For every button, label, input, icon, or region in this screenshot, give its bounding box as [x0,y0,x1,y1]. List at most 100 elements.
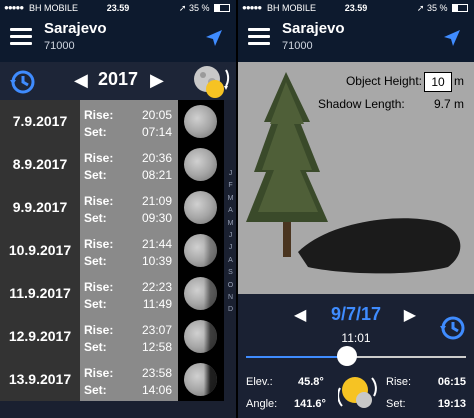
month-index-item[interactable]: J [225,170,236,182]
battery-percent: 35 % [426,3,448,13]
battery-icon [452,4,468,12]
moon-phase-icon [184,191,217,224]
moon-phase-cell [178,358,224,401]
moon-sun-toggle-icon[interactable] [190,64,230,100]
month-index-item[interactable]: D [225,306,236,318]
next-day-button[interactable]: ▶ [404,305,416,325]
set-time: 08:21 [141,168,172,182]
set-label: Set: [84,340,107,354]
row-date: 11.9.2017 [0,272,80,315]
set-label: Set: [84,254,107,268]
list-item[interactable]: 9.9.2017 Rise: Set: 21:09 09:30 [0,186,224,229]
moon-phase-cell [178,100,224,143]
angle-value: 141.6° [294,398,326,410]
rise-set-cell: Rise: Set: 23:58 14:06 [80,358,178,401]
sunrise-value: 06:15 [437,376,466,388]
shadow-calculator-screen: ●●●●● BH MOBILE 23.59 ➚ 35 % Sarajevo 71… [238,0,474,418]
rise-set-cell: Rise: Set: 20:05 07:14 [80,100,178,143]
rise-label: Rise: [84,366,114,380]
moon-calendar-screen: ●●●●● BH MOBILE 23.59 ➚ 35 % Sarajevo 71… [0,0,236,418]
month-index[interactable]: J F M A M J J A S O N D [225,170,236,319]
set-label: Set: [84,211,107,225]
row-date: 12.9.2017 [0,315,80,358]
year-label: 2017 [97,69,139,89]
list-item[interactable]: 13.9.2017 Rise: Set: 23:58 14:06 [0,358,224,401]
month-index-item[interactable]: S [225,269,236,281]
list-item[interactable]: 7.9.2017 Rise: Set: 20:05 07:14 [0,100,224,143]
set-label: Set: [84,297,107,311]
sunset-label: Set: [386,398,406,410]
angle-label: Angle: [246,398,278,410]
set-time: 10:39 [141,254,172,268]
rise-set-cell: Rise: Set: 21:09 09:30 [80,186,178,229]
rise-label: Rise: [84,194,114,208]
rise-time: 21:09 [141,194,172,208]
previous-year-button[interactable]: ◀ [74,70,88,91]
moon-phase-cell [178,143,224,186]
list-item[interactable]: 10.9.2017 Rise: Set: 21:44 10:39 [0,229,224,272]
rise-label: Rise: [84,151,114,165]
zip-code: 71000 [44,40,75,52]
location-icon[interactable] [442,28,462,48]
next-year-button[interactable]: ▶ [150,70,164,91]
set-label: Set: [84,125,107,139]
month-index-item[interactable]: F [225,182,236,194]
location-arrow-icon: ➚ [416,3,425,13]
status-bar: ●●●●● BH MOBILE 23.59 ➚ 35 % [0,0,236,16]
moon-phase-icon [184,277,217,310]
moon-phase-cell [178,229,224,272]
menu-icon[interactable] [248,28,270,46]
set-label: Set: [84,168,107,182]
battery-status: ➚ 35 % [417,3,468,14]
month-index-item[interactable]: N [225,294,236,306]
month-index-item[interactable]: J [225,232,236,244]
moon-phase-icon [184,320,217,353]
rise-label: Rise: [84,108,114,122]
month-index-item[interactable]: A [225,207,236,219]
row-date: 13.9.2017 [0,358,80,401]
rise-set-cell: Rise: Set: 22:23 11:49 [80,272,178,315]
set-label: Set: [84,383,107,397]
battery-icon [214,4,230,12]
month-index-item[interactable]: J [225,244,236,256]
sun-moon-toggle-icon[interactable] [338,372,378,412]
month-index-item[interactable]: O [225,282,236,294]
sunset-value: 19:13 [437,398,466,410]
menu-icon[interactable] [10,28,32,46]
list-item[interactable]: 12.9.2017 Rise: Set: 23:07 12:58 [0,315,224,358]
rise-set-cell: Rise: Set: 21:44 10:39 [80,229,178,272]
rise-time: 21:44 [141,237,172,251]
object-height-input[interactable] [424,72,452,92]
list-item[interactable]: 11.9.2017 Rise: Set: 22:23 11:49 [0,272,224,315]
status-bar: ●●●●● BH MOBILE 23.59 ➚ 35 % [238,0,474,16]
set-time: 14:06 [141,383,172,397]
battery-percent: 35 % [188,3,210,13]
rise-time: 22:23 [141,280,172,294]
zip-code: 71000 [282,40,313,52]
city-name: Sarajevo [282,20,345,37]
location-icon[interactable] [204,28,224,48]
rise-label: Rise: [84,280,114,294]
moon-phase-cell [178,315,224,358]
selected-time: 11:01 [341,331,371,345]
rise-time: 23:58 [141,366,172,380]
moon-phase-cell [178,272,224,315]
month-index-item[interactable]: M [225,220,236,232]
moon-phase-icon [184,105,217,138]
moon-phase-cell [178,186,224,229]
rise-set-cell: Rise: Set: 20:36 08:21 [80,143,178,186]
rise-time: 20:05 [141,108,172,122]
app-header: Sarajevo 71000 [0,16,236,62]
shadow-length-label: Shadow Length: [318,97,405,111]
elevation-value: 45.8° [298,376,324,388]
month-index-item[interactable]: A [225,257,236,269]
sunrise-label: Rise: [386,376,412,388]
moon-phase-icon [184,148,217,181]
time-slider-remaining[interactable] [347,356,466,358]
object-height-label: Object Height: [345,74,422,88]
month-index-item[interactable]: M [225,195,236,207]
moon-phase-icon [184,234,217,267]
list-item[interactable]: 8.9.2017 Rise: Set: 20:36 08:21 [0,143,224,186]
history-icon[interactable] [8,68,36,96]
moon-phase-icon [184,363,217,396]
